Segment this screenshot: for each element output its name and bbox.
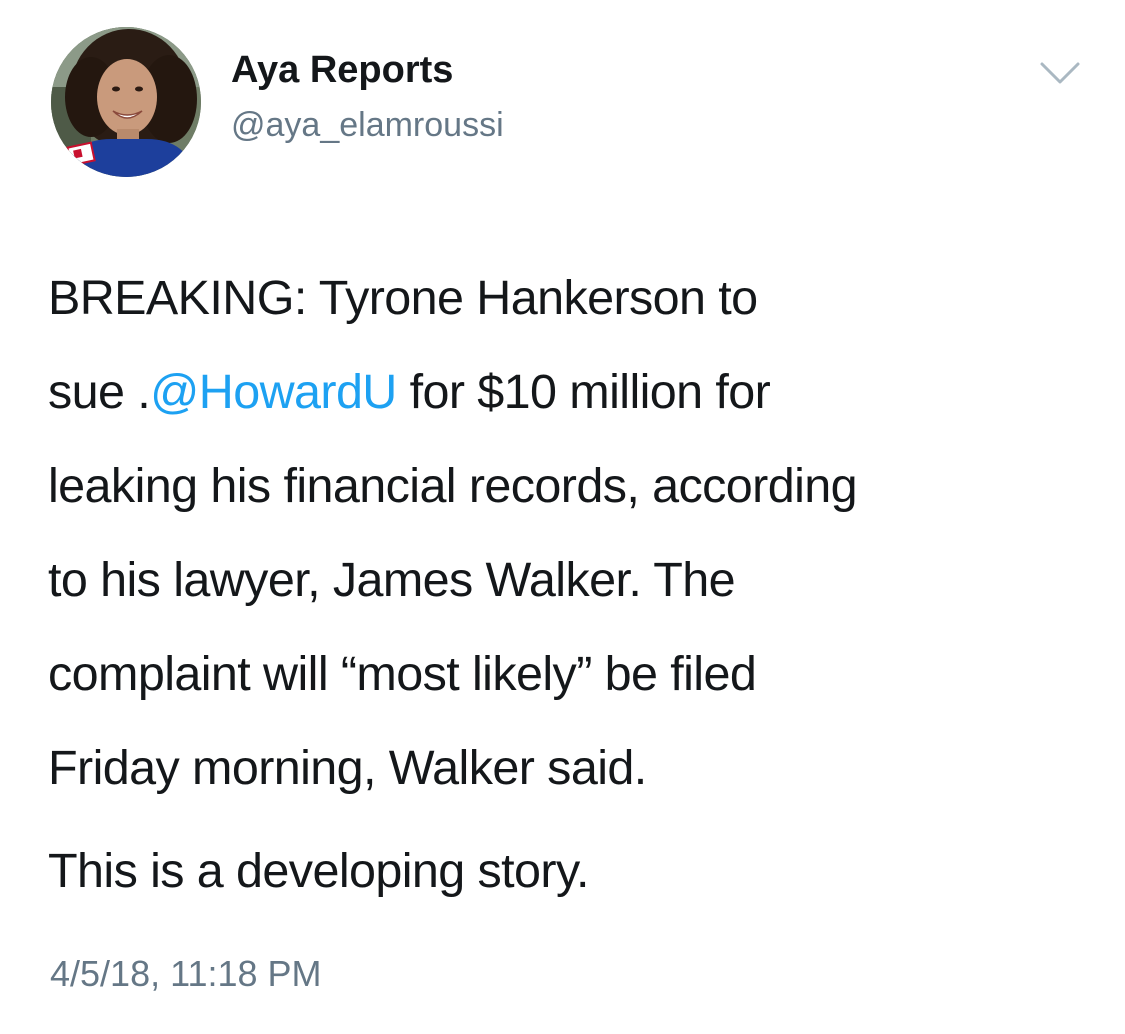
tweet-text-line: leaking his financial records, according <box>48 459 858 513</box>
tweet-text-line: to his lawyer, James Walker. The <box>48 553 736 607</box>
tweet-text-line: complaint will “most likely” be filed <box>48 647 757 701</box>
tweet-text-line: sue .@HowardU for $10 million for <box>48 345 1098 439</box>
chevron-down-icon <box>1040 62 1080 84</box>
tweet-text-paragraph: This is a developing story. <box>48 844 590 898</box>
author-handle[interactable]: @aya_elamroussi <box>231 104 504 146</box>
tweet-text-segment: for $10 million for <box>396 365 771 419</box>
tweet-card: Aya Reports @aya_elamroussi BREAKING: Ty… <box>0 0 1125 1034</box>
author-display-name[interactable]: Aya Reports <box>231 47 453 93</box>
mention-link-howardu[interactable]: @HowardU <box>150 365 397 419</box>
tweet-text-line: BREAKING: Tyrone Hankerson to <box>48 271 758 325</box>
avatar-photo <box>51 27 201 177</box>
avatar[interactable] <box>51 27 201 177</box>
tweet-timestamp[interactable]: 4/5/18, 11:18 PM <box>50 951 322 997</box>
tweet-text-line: Friday morning, Walker said. <box>48 741 647 795</box>
tweet-text: BREAKING: Tyrone Hankerson to sue .@Howa… <box>48 251 1098 815</box>
tweet-menu-button[interactable] <box>1038 56 1082 92</box>
tweet-text-segment: sue . <box>48 365 151 419</box>
